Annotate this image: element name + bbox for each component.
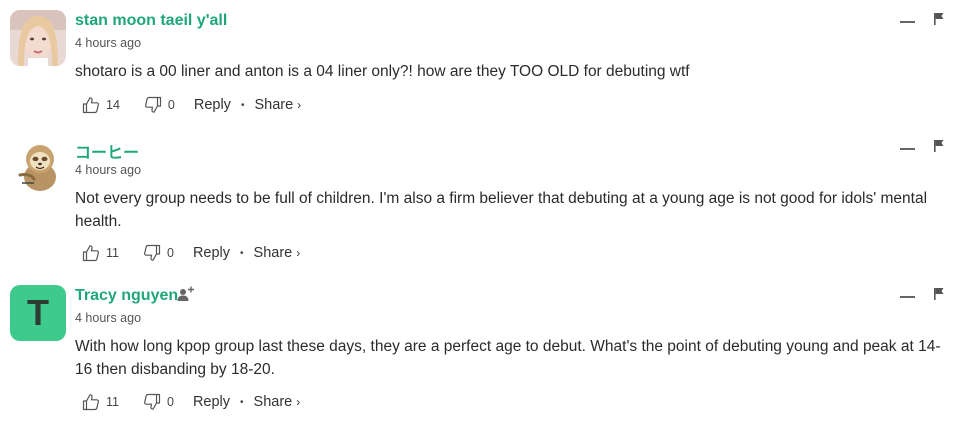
thumbs-up-icon [82,394,99,411]
avatar[interactable] [10,137,66,193]
minus-icon[interactable] [900,148,915,150]
dislike-button[interactable]: 0 [143,393,174,411]
comment-timestamp: 4 hours ago [75,311,142,325]
like-count: 11 [106,395,119,409]
minus-icon[interactable] [900,21,915,23]
comment-author[interactable]: コーヒー [75,139,139,163]
comment-author[interactable]: Tracy nguyen [75,287,178,305]
reply-button[interactable]: Reply [193,245,230,261]
thumbs-down-icon [144,393,161,410]
dislike-count: 0 [166,395,174,409]
share-button[interactable]: Share › [254,97,301,113]
comment-text: Not every group needs to be full of chil… [75,190,928,230]
comment-actions: 11 0 Reply • Share › [82,243,300,263]
like-button[interactable]: 11 [82,393,119,411]
separator-dot: • [240,247,244,259]
dislike-count: 0 [166,246,174,260]
comment-text: With how long kpop group last these days… [75,338,941,378]
thumbs-down-icon [144,96,162,113]
thumbs-up-icon [82,97,99,114]
like-button[interactable]: 11 [82,244,119,262]
comment-timestamp: 4 hours ago [75,36,142,50]
comment-text: shotaro is a 00 liner and anton is a 04 … [75,63,690,80]
thumbs-up-icon [82,245,99,262]
share-label: Share [254,97,294,113]
share-label: Share [253,245,293,261]
comment-timestamp: 4 hours ago [75,163,142,177]
comment-author[interactable]: stan moon taeil y'all [75,12,227,30]
dislike-button[interactable]: 0 [143,244,174,262]
share-label: Share [253,394,293,410]
flag-icon[interactable] [933,12,945,26]
separator-dot: • [240,396,244,408]
dislike-button[interactable]: 0 [144,96,175,114]
comment-actions: 11 0 Reply • Share › [82,392,300,412]
like-button[interactable]: 14 [82,96,120,114]
share-button[interactable]: Share › [254,394,301,410]
thumbs-down-icon [144,244,161,261]
avatar[interactable] [10,10,66,66]
minus-icon[interactable] [900,296,915,298]
chevron-right-icon: › [297,98,302,112]
flag-icon[interactable] [933,287,945,301]
avatar[interactable]: T [10,285,66,341]
flag-icon[interactable] [933,139,945,153]
like-count: 11 [106,246,119,260]
chevron-right-icon: › [296,246,301,260]
separator-dot: • [240,99,245,111]
add-user-icon[interactable] [177,285,195,303]
comment-actions: 14 0 Reply • Share › [82,95,301,115]
reply-button[interactable]: Reply [193,394,230,410]
like-count: 14 [106,98,120,112]
chevron-right-icon: › [296,395,301,409]
dislike-count: 0 [167,98,175,112]
reply-button[interactable]: Reply [194,97,231,113]
share-button[interactable]: Share › [254,245,301,261]
